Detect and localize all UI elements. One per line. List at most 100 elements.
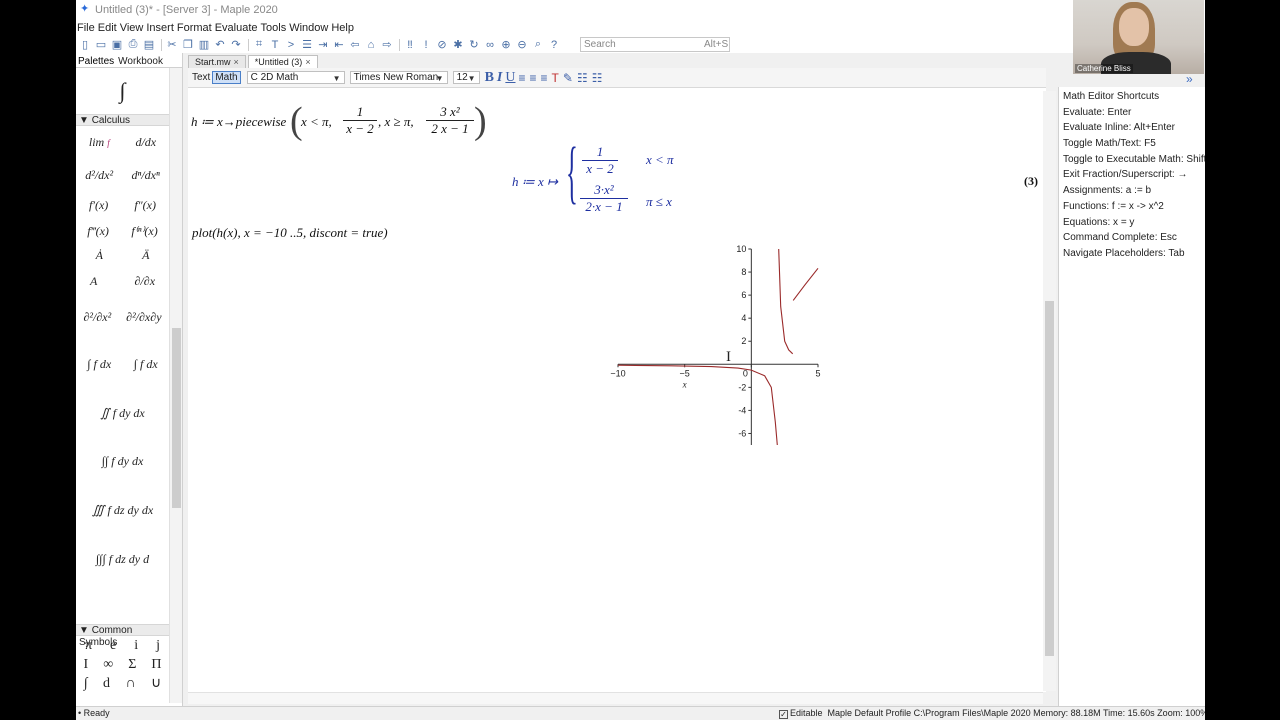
palette-item-indefinite-integral[interactable]: ∫ f dx bbox=[87, 357, 111, 372]
home-icon[interactable]: ⌂ bbox=[364, 38, 378, 51]
palette-item-derivative[interactable]: d/dx bbox=[135, 135, 156, 150]
input-piecewise-definition[interactable]: h ≔ x→piecewise bbox=[191, 114, 286, 130]
symbol-sum[interactable]: Σ bbox=[128, 657, 136, 673]
palette-item-double-dot[interactable]: Ä bbox=[142, 248, 149, 263]
symbol-intersection[interactable]: ∩ bbox=[125, 676, 135, 692]
palette-item-triple-prime[interactable]: f‴(x) bbox=[87, 224, 109, 239]
numbered-list-icon[interactable]: ☷ bbox=[592, 71, 603, 85]
symbol-product[interactable]: Π bbox=[151, 657, 161, 673]
size-select[interactable]: 12 ▼ bbox=[452, 71, 480, 84]
palette-scroll-thumb[interactable] bbox=[172, 328, 181, 508]
prompt-icon[interactable]: > bbox=[284, 38, 298, 51]
zoom-in-icon[interactable]: ⊕ bbox=[499, 38, 513, 51]
equation-label[interactable]: (3) bbox=[1024, 174, 1038, 189]
execute-icon[interactable]: ! bbox=[419, 38, 433, 51]
palette-item-dot[interactable]: Ȧ bbox=[96, 248, 103, 263]
palette-item-nth-derivative[interactable]: dⁿ/dxⁿ bbox=[132, 168, 160, 183]
plot-region[interactable]: −10 −5 0 5x108642-2-4-6 bbox=[608, 245, 828, 450]
menu-help[interactable]: Help bbox=[331, 22, 354, 34]
zoom-out-icon[interactable]: ⊖ bbox=[515, 38, 529, 51]
menu-insert[interactable]: Insert bbox=[146, 22, 174, 34]
palette-item-mixed-partial[interactable]: ∂²/∂x∂y bbox=[126, 310, 161, 325]
scroll-thumb[interactable] bbox=[1045, 301, 1054, 656]
execute-all-icon[interactable]: ‼ bbox=[403, 38, 417, 51]
collapse-panel-icon[interactable]: » bbox=[1186, 72, 1193, 86]
align-left-icon[interactable]: ≡ bbox=[519, 71, 526, 85]
italic-button[interactable]: I bbox=[497, 70, 502, 86]
symbol-e[interactable]: e bbox=[110, 638, 116, 654]
symbol-j[interactable]: j bbox=[156, 638, 160, 654]
align-center-icon[interactable]: ≡ bbox=[530, 71, 537, 85]
menu-view[interactable]: View bbox=[120, 22, 144, 34]
worksheet-horizontal-scrollbar[interactable] bbox=[188, 692, 1043, 704]
palette-item-triple-integral[interactable]: ∭ f dz dy dx bbox=[92, 503, 153, 518]
palette-item-double-prime[interactable]: f″(x) bbox=[134, 198, 156, 213]
palette-item-partial[interactable]: ∂/∂x bbox=[135, 274, 156, 289]
tab-start[interactable]: Start.mw × bbox=[188, 55, 246, 68]
symbol-capital-i[interactable]: I bbox=[84, 657, 89, 673]
zoom-icon[interactable]: ⌕ bbox=[531, 38, 545, 51]
tab-palettes[interactable]: Palettes bbox=[78, 56, 114, 67]
symbol-infinity[interactable]: ∞ bbox=[103, 657, 113, 673]
highlight-icon[interactable]: ✎ bbox=[563, 71, 573, 85]
preview-icon[interactable]: ▤ bbox=[142, 38, 156, 51]
symbol-i[interactable]: i bbox=[134, 638, 138, 654]
help-icon[interactable]: ? bbox=[547, 38, 561, 51]
paste-icon[interactable]: ▥ bbox=[197, 38, 211, 51]
align-right-icon[interactable]: ≡ bbox=[541, 71, 548, 85]
input-plot-command[interactable]: plot(h(x), x = −10 ..5, discont = true) bbox=[192, 225, 388, 241]
palette-item-nth-prime[interactable]: f⁽ⁿ⁾(x) bbox=[131, 224, 157, 239]
palette-item-prime[interactable]: f′(x) bbox=[89, 198, 108, 213]
font-select[interactable]: Times New Roman ▼ bbox=[349, 71, 448, 84]
menu-edit[interactable]: Edit bbox=[98, 22, 117, 34]
underline-button[interactable]: U bbox=[505, 70, 515, 86]
palette-item-triple-integral-bounds[interactable]: ∫∫∫ f dz dy d bbox=[96, 552, 149, 567]
save-icon[interactable]: ▣ bbox=[110, 38, 124, 51]
restart-icon[interactable]: ↻ bbox=[467, 38, 481, 51]
palette-item-limit[interactable]: lim f bbox=[89, 135, 110, 150]
menu-window[interactable]: Window bbox=[289, 22, 328, 34]
copy-icon[interactable]: ❐ bbox=[181, 38, 195, 51]
close-icon[interactable]: × bbox=[234, 57, 239, 67]
undo-icon[interactable]: ↶ bbox=[213, 38, 227, 51]
worksheet-vertical-scrollbar[interactable] bbox=[1043, 91, 1056, 691]
palette-header-calculus[interactable]: ▼ Calculus bbox=[76, 114, 169, 126]
table-icon[interactable]: ☰ bbox=[300, 38, 314, 51]
outdent-icon[interactable]: ⇤ bbox=[332, 38, 346, 51]
back-icon[interactable]: ⇦ bbox=[348, 38, 362, 51]
menu-evaluate[interactable]: Evaluate bbox=[215, 22, 258, 34]
symbol-pi[interactable]: π bbox=[85, 638, 92, 654]
palette-item-triple-dot[interactable]: A⃛ bbox=[90, 274, 107, 289]
symbol-union[interactable]: ∪ bbox=[151, 675, 161, 692]
palette-item-definite-integral[interactable]: ∫ bbox=[76, 68, 169, 113]
indent-icon[interactable]: ⇥ bbox=[316, 38, 330, 51]
symbol-d[interactable]: d bbox=[103, 676, 110, 692]
open-icon[interactable]: ▭ bbox=[94, 38, 108, 51]
cut-icon[interactable]: ✂ bbox=[165, 38, 179, 51]
debug-icon[interactable]: ✱ bbox=[451, 38, 465, 51]
palette-scrollbar[interactable] bbox=[169, 68, 182, 703]
new-icon[interactable]: ▯ bbox=[78, 38, 92, 51]
print-icon[interactable]: ⎙ bbox=[126, 38, 140, 51]
symbol-integral[interactable]: ∫ bbox=[84, 676, 88, 692]
palette-item-double-integral-bounds[interactable]: ∫∫ f dy dx bbox=[102, 454, 144, 469]
tab-untitled-3[interactable]: *Untitled (3) × bbox=[247, 55, 318, 68]
palette-item-definite-integral-bounds[interactable]: ∫ f dx bbox=[134, 357, 158, 372]
palette-item-second-derivative[interactable]: d²/dx² bbox=[85, 168, 113, 183]
menu-format[interactable]: Format bbox=[177, 22, 212, 34]
palette-item-double-integral[interactable]: ∬ f dy dx bbox=[100, 406, 144, 421]
menu-file[interactable]: File bbox=[77, 22, 95, 34]
close-icon[interactable]: × bbox=[305, 57, 310, 67]
redo-icon[interactable]: ↷ bbox=[229, 38, 243, 51]
palette-item-second-partial[interactable]: ∂²/∂x² bbox=[83, 310, 111, 325]
tab-workbook[interactable]: Workbook bbox=[118, 56, 163, 67]
font-color-icon[interactable]: T bbox=[552, 71, 559, 85]
bold-button[interactable]: B bbox=[485, 70, 494, 86]
bullet-list-icon[interactable]: ☷ bbox=[577, 71, 588, 85]
worksheet[interactable]: h ≔ x→piecewise ( x < π, 1 x − 2 , x ≥ π… bbox=[188, 87, 1046, 692]
style-select[interactable]: C 2D Math ▼ bbox=[246, 71, 345, 84]
forward-icon[interactable]: ⇨ bbox=[380, 38, 394, 51]
text-mode-button[interactable]: Text bbox=[192, 72, 210, 83]
text-icon[interactable]: T bbox=[268, 38, 282, 51]
editable-checkbox[interactable]: ✓ bbox=[779, 710, 788, 719]
